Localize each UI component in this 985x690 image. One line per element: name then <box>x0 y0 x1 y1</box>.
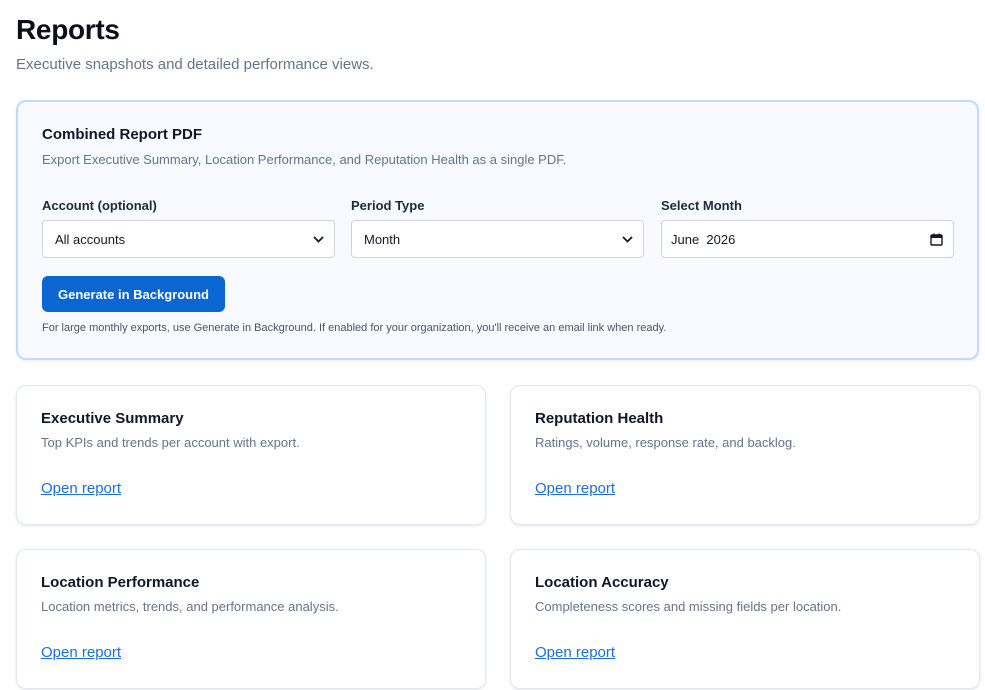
period-type-select-value: Month <box>364 231 401 247</box>
report-card-location-accuracy: Location Accuracy Completeness scores an… <box>510 549 980 689</box>
card-description: Ratings, volume, response rate, and back… <box>535 435 796 450</box>
card-title: Location Accuracy <box>535 574 669 591</box>
account-select[interactable]: All accounts <box>42 220 335 258</box>
account-select-value: All accounts <box>55 231 126 247</box>
month-input-value: June 2026 <box>671 231 736 247</box>
account-field: Account (optional) All accounts <box>42 198 335 258</box>
report-card-reputation-health: Reputation Health Ratings, volume, respo… <box>510 385 980 525</box>
account-label: Account (optional) <box>42 198 157 213</box>
period-type-label: Period Type <box>351 198 425 213</box>
page-subtitle: Executive snapshots and detailed perform… <box>16 56 374 73</box>
reports-page: Reports Executive snapshots and detailed… <box>0 0 985 690</box>
report-card-location-performance: Location Performance Location metrics, t… <box>16 549 486 689</box>
page-title: Reports <box>16 14 120 45</box>
card-title: Location Performance <box>41 574 200 591</box>
calendar-icon[interactable] <box>929 232 943 246</box>
card-description: Completeness scores and missing fields p… <box>535 599 842 614</box>
month-input[interactable]: June 2026 <box>661 220 954 258</box>
card-title: Executive Summary <box>41 410 184 427</box>
chevron-down-icon <box>621 233 633 245</box>
select-month-label: Select Month <box>661 198 742 213</box>
chevron-down-icon <box>312 233 324 245</box>
generate-in-background-button[interactable]: Generate in Background <box>42 276 225 312</box>
open-report-link[interactable]: Open report <box>535 480 615 497</box>
card-description: Location metrics, trends, and performanc… <box>41 599 339 614</box>
period-type-select[interactable]: Month <box>351 220 644 258</box>
select-month-field: Select Month June 2026 <box>661 198 954 258</box>
open-report-link[interactable]: Open report <box>41 644 121 661</box>
combined-report-description: Export Executive Summary, Location Perfo… <box>42 152 567 167</box>
period-type-field: Period Type Month <box>351 198 644 258</box>
combined-report-title: Combined Report PDF <box>42 126 202 143</box>
open-report-link[interactable]: Open report <box>535 644 615 661</box>
card-description: Top KPIs and trends per account with exp… <box>41 435 300 450</box>
combined-report-note: For large monthly exports, use Generate … <box>42 322 667 334</box>
open-report-link[interactable]: Open report <box>41 480 121 497</box>
card-title: Reputation Health <box>535 410 664 427</box>
combined-report-panel: Combined Report PDF Export Executive Sum… <box>16 100 979 360</box>
report-card-executive-summary: Executive Summary Top KPIs and trends pe… <box>16 385 486 525</box>
